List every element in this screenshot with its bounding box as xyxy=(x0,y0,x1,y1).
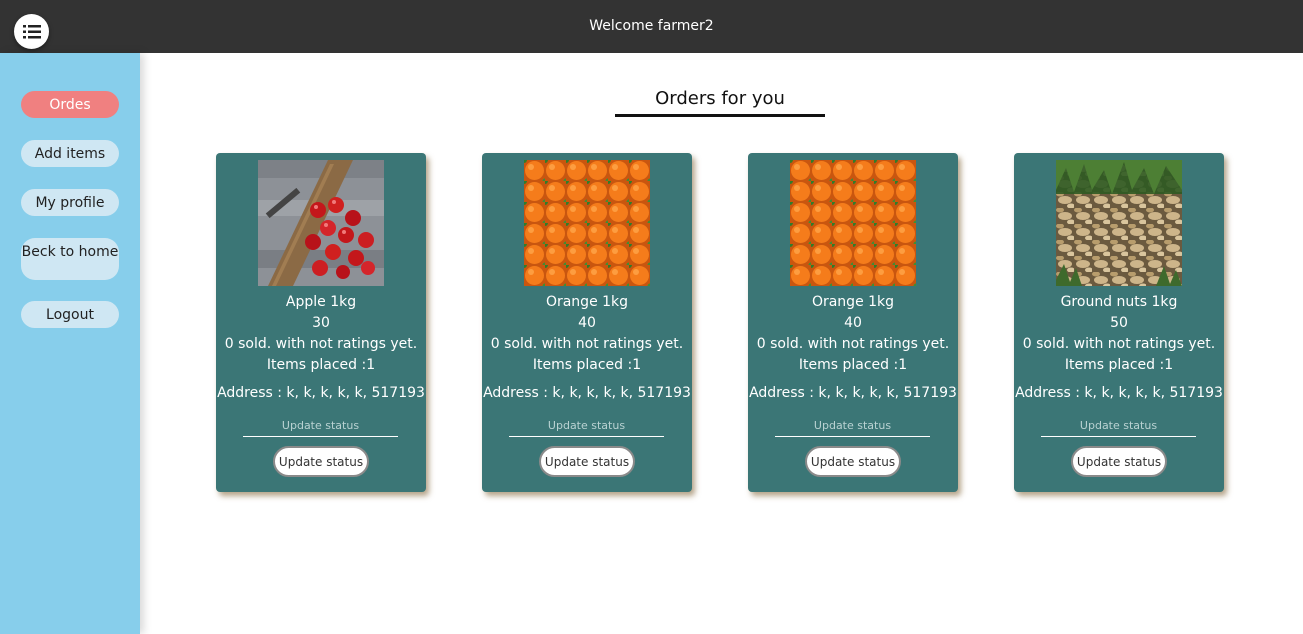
title-underline xyxy=(615,114,825,117)
apple-image xyxy=(258,160,384,286)
sidebar-item-orders[interactable]: Ordes xyxy=(21,91,119,118)
sidebar-item-add-items[interactable]: Add items xyxy=(21,140,119,167)
ground-nuts-image xyxy=(1056,160,1182,286)
update-status-button[interactable]: Update status xyxy=(539,446,635,477)
items-placed: Items placed :1 xyxy=(1064,357,1174,373)
sidebar-item-logout[interactable]: Logout xyxy=(21,301,119,328)
items-placed: Items placed :1 xyxy=(266,357,376,373)
sold-ratings: 0 sold. with not ratings yet. xyxy=(1022,336,1216,352)
update-status-input[interactable] xyxy=(243,415,398,437)
sidebar-item-back-to-home[interactable]: Beck to home xyxy=(21,238,119,280)
order-address: Address : k, k, k, k, k, 517193 xyxy=(1015,385,1223,401)
order-address: Address : k, k, k, k, k, 517193 xyxy=(483,385,691,401)
page-title: Orders for you xyxy=(655,88,785,109)
orange-image xyxy=(790,160,916,286)
sold-ratings: 0 sold. with not ratings yet. xyxy=(756,336,950,352)
orange-image xyxy=(524,160,650,286)
welcome-text: Welcome farmer2 xyxy=(589,18,714,34)
sidebar: Ordes Add items My profile Beck to home … xyxy=(0,53,140,634)
product-name: Orange 1kg xyxy=(811,294,895,310)
sold-ratings: 0 sold. with not ratings yet. xyxy=(490,336,684,352)
update-status-button[interactable]: Update status xyxy=(1071,446,1167,477)
product-name: Ground nuts 1kg xyxy=(1060,294,1178,310)
product-name: Apple 1kg xyxy=(285,294,357,310)
order-address: Address : k, k, k, k, k, 517193 xyxy=(217,385,425,401)
order-card: Orange 1kg 40 0 sold. with not ratings y… xyxy=(482,153,692,492)
product-name: Orange 1kg xyxy=(545,294,629,310)
update-status-button[interactable]: Update status xyxy=(805,446,901,477)
sold-ratings: 0 sold. with not ratings yet. xyxy=(224,336,418,352)
order-card: Orange 1kg 40 0 sold. with not ratings y… xyxy=(748,153,958,492)
order-card: Ground nuts 1kg 50 0 sold. with not rati… xyxy=(1014,153,1224,492)
product-price: 40 xyxy=(844,315,862,331)
items-placed: Items placed :1 xyxy=(798,357,908,373)
update-status-input[interactable] xyxy=(1041,415,1196,437)
update-status-input[interactable] xyxy=(509,415,664,437)
items-placed: Items placed :1 xyxy=(532,357,642,373)
update-status-input[interactable] xyxy=(775,415,930,437)
order-card: Apple 1kg 30 0 sold. with not ratings ye… xyxy=(216,153,426,492)
product-price: 30 xyxy=(312,315,330,331)
top-bar: Welcome farmer2 xyxy=(0,0,1303,53)
product-price: 50 xyxy=(1110,315,1128,331)
order-address: Address : k, k, k, k, k, 517193 xyxy=(749,385,957,401)
sidebar-item-my-profile[interactable]: My profile xyxy=(21,189,119,216)
product-price: 40 xyxy=(578,315,596,331)
update-status-button[interactable]: Update status xyxy=(273,446,369,477)
